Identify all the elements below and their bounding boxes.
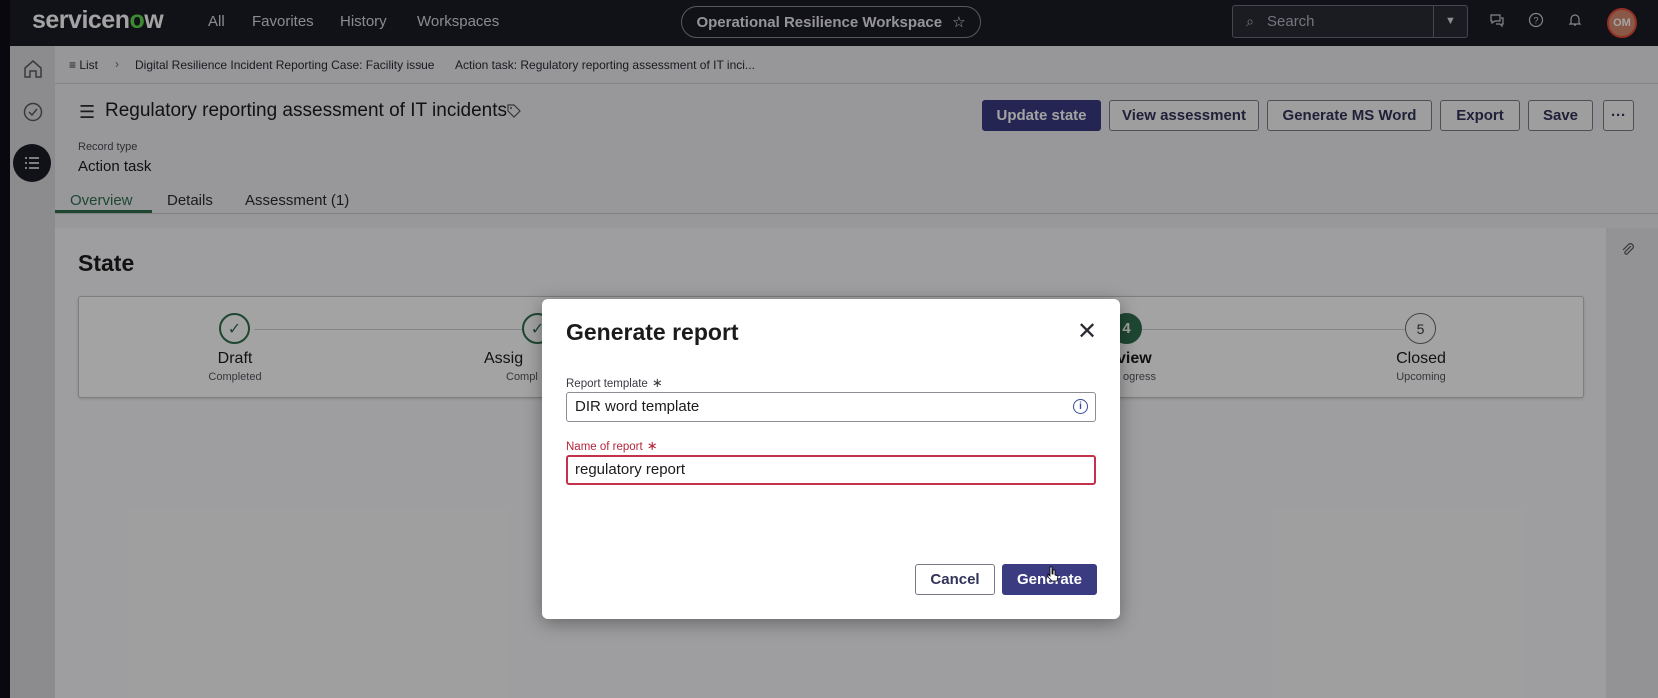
required-marker: ∗ <box>646 438 658 453</box>
report-name-field[interactable]: regulatory report <box>566 455 1096 485</box>
cancel-button[interactable]: Cancel <box>915 564 995 595</box>
dialog-title: Generate report <box>566 319 739 345</box>
required-marker: ∗ <box>651 375 663 390</box>
mouse-cursor-icon <box>1047 566 1059 582</box>
close-icon[interactable]: ✕ <box>1074 319 1100 345</box>
generate-report-dialog: Generate report ✕ Report template ∗ DIR w… <box>542 299 1120 619</box>
report-template-value: DIR word template <box>575 398 700 415</box>
report-name-value: regulatory report <box>575 461 686 478</box>
report-template-label: Report template ∗ <box>566 375 663 390</box>
report-name-label: Name of report ∗ <box>566 438 658 453</box>
report-template-field[interactable]: DIR word template i <box>566 392 1096 422</box>
info-icon[interactable]: i <box>1073 399 1088 414</box>
